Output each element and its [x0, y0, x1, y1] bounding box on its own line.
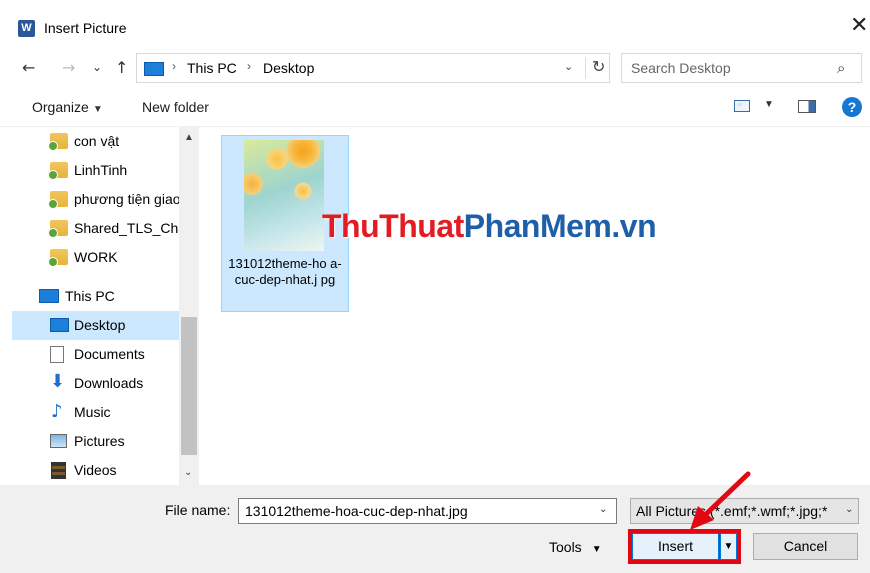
- sidebar-item-desktop[interactable]: Desktop: [12, 311, 179, 340]
- address-dropdown-icon[interactable]: ⌄: [564, 60, 573, 73]
- file-type-value: All Pictures (*.emf;*.wmf;*.jpg;*: [636, 503, 828, 519]
- dialog-footer: File name: 131012theme-hoa-cuc-dep-nhat.…: [0, 485, 870, 573]
- tools-label: Tools: [549, 539, 582, 555]
- sidebar-item-shared-tls[interactable]: Shared_TLS_Cha: [38, 214, 179, 243]
- sidebar-item-label: This PC: [65, 288, 115, 304]
- search-placeholder: Search Desktop: [631, 60, 731, 76]
- insert-button[interactable]: Insert: [632, 533, 719, 560]
- change-view-icon[interactable]: [734, 100, 750, 112]
- sidebar-item-pictures[interactable]: Pictures: [38, 427, 199, 456]
- word-app-icon: W: [18, 20, 35, 37]
- sidebar-item-label: Documents: [74, 346, 145, 362]
- monitor-icon: [144, 62, 164, 76]
- sidebar-item-label: LinhTinh: [74, 162, 128, 178]
- window-title: Insert Picture: [44, 20, 127, 36]
- search-input[interactable]: Search Desktop ⌕: [621, 53, 862, 83]
- file-name-input[interactable]: 131012theme-hoa-cuc-dep-nhat.jpg ⌄: [238, 498, 617, 524]
- chevron-down-icon: ▼: [92, 104, 103, 115]
- breadcrumb-desktop[interactable]: Desktop: [263, 60, 314, 76]
- pc-icon: [39, 289, 59, 303]
- sidebar-item-videos[interactable]: Videos: [38, 456, 199, 485]
- chevron-down-icon: ▼: [591, 544, 602, 555]
- sidebar-item-downloads[interactable]: ⬇ Downloads: [38, 369, 199, 398]
- shared-folder-icon: [48, 220, 68, 238]
- search-icon[interactable]: ⌕: [837, 59, 845, 77]
- new-folder-button[interactable]: New folder: [142, 99, 209, 115]
- desktop-icon: [50, 318, 69, 332]
- folder-icon: [48, 133, 68, 151]
- sidebar-item-label: Shared_TLS_Cha: [74, 220, 179, 236]
- sidebar-item-con-vat[interactable]: con vật: [38, 127, 199, 156]
- sidebar-item-label: Downloads: [74, 375, 144, 391]
- folder-icon: [48, 191, 68, 209]
- forward-arrow-icon[interactable]: →: [62, 58, 75, 77]
- image-thumbnail: [244, 140, 324, 251]
- sidebar-item-label: con vật: [74, 133, 120, 149]
- scrollbar-thumb[interactable]: [181, 317, 197, 455]
- file-name-label: File name:: [165, 502, 231, 518]
- file-list: 131012theme-ho a-cuc-dep-nhat.j pg: [200, 127, 870, 485]
- cancel-button[interactable]: Cancel: [753, 533, 858, 560]
- scroll-down-icon[interactable]: ⌄: [184, 467, 192, 478]
- pictures-icon: [50, 434, 67, 448]
- sidebar-item-label: Music: [74, 404, 111, 420]
- watermark-logo: ThuThuatPhanMem.vn: [322, 208, 657, 244]
- chevron-down-icon[interactable]: ⌄: [843, 504, 854, 515]
- recent-locations-icon[interactable]: ⌄: [92, 60, 102, 74]
- sidebar-item-label: Pictures: [74, 433, 125, 449]
- documents-icon: [50, 346, 64, 363]
- breadcrumb-this-pc[interactable]: This PC: [187, 60, 237, 76]
- title-bar: W Insert Picture ✕: [0, 0, 870, 56]
- organize-button[interactable]: Organize ▼: [32, 99, 103, 115]
- insert-options-chevron-icon[interactable]: ▼: [720, 533, 737, 560]
- sidebar-item-documents[interactable]: Documents: [38, 340, 199, 369]
- refresh-icon[interactable]: ↻: [585, 57, 605, 79]
- breadcrumb-separator: ›: [247, 59, 251, 73]
- insert-highlight-box: Insert ▼: [628, 529, 741, 564]
- up-arrow-icon[interactable]: ↑: [115, 58, 128, 77]
- videos-icon: [51, 462, 66, 479]
- sidebar-item-phuong-tien-giao[interactable]: phương tiện giao: [38, 185, 179, 214]
- back-arrow-icon[interactable]: ←: [22, 58, 35, 77]
- close-icon[interactable]: ✕: [850, 15, 868, 37]
- file-name-label: 131012theme-ho a-cuc-dep-nhat.j pg: [228, 256, 342, 287]
- downloads-icon: ⬇: [50, 371, 66, 392]
- sidebar-item-label: Videos: [74, 462, 117, 478]
- sidebar-item-this-pc[interactable]: This PC: [26, 282, 192, 311]
- tools-button[interactable]: Tools ▼: [549, 539, 602, 555]
- view-options-chevron-icon[interactable]: ▼: [764, 99, 774, 110]
- navigation-pane: con vật LinhTinh phương tiện giao Shared…: [0, 127, 199, 485]
- sidebar-item-linhtinh[interactable]: LinhTinh: [38, 156, 199, 185]
- sidebar-item-label: Desktop: [74, 317, 126, 333]
- music-icon: ♪: [51, 401, 63, 422]
- sidebar-item-label: WORK: [74, 249, 118, 265]
- sidebar-item-label: phương tiện giao: [74, 191, 179, 207]
- sidebar-item-work[interactable]: WORK: [38, 243, 199, 272]
- sidebar-item-music[interactable]: ♪ Music: [38, 398, 199, 427]
- file-name-value: 131012theme-hoa-cuc-dep-nhat.jpg: [245, 503, 468, 519]
- folder-icon: [48, 249, 68, 267]
- chevron-down-icon[interactable]: ⌄: [599, 504, 607, 515]
- scroll-up-icon[interactable]: ▲: [184, 132, 194, 143]
- command-bar: Organize ▼ New folder ▼ ?: [0, 89, 870, 127]
- organize-label: Organize: [32, 99, 89, 115]
- folder-icon: [48, 162, 68, 180]
- file-type-select[interactable]: All Pictures (*.emf;*.wmf;*.jpg;* ⌄: [630, 498, 859, 524]
- breadcrumb-separator: ›: [172, 59, 176, 73]
- address-bar[interactable]: › This PC › Desktop ⌄ ↻: [136, 53, 610, 83]
- help-icon[interactable]: ?: [842, 97, 862, 117]
- preview-pane-icon[interactable]: [798, 100, 816, 113]
- sidebar-scrollbar[interactable]: ▲ ⌄: [179, 127, 199, 485]
